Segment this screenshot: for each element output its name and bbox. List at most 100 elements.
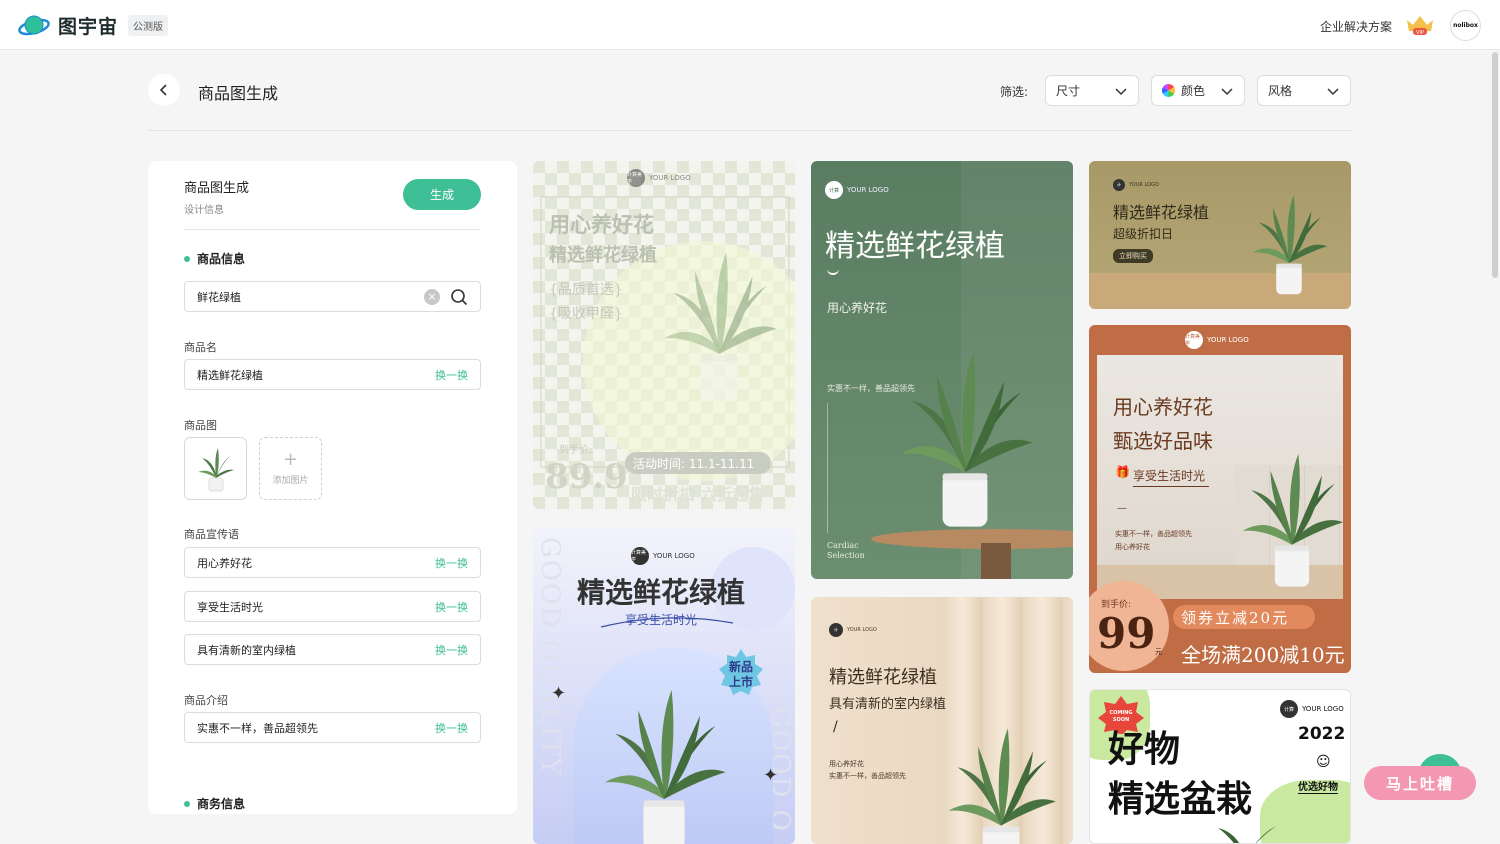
card-tag: {品质首选} xyxy=(549,282,623,298)
size-filter-label: 尺寸 xyxy=(1056,84,1081,98)
slogan-field[interactable]: 用心养好花 换一换 xyxy=(184,547,481,578)
swap-button[interactable]: 换一换 xyxy=(435,642,468,658)
section-dot xyxy=(184,255,190,262)
template-card[interactable]: 计 YOUR LOGO 精选鲜花绿植 具有清新的室内绿植 / 用心养好花 实惠不一… xyxy=(811,597,1073,844)
template-card[interactable]: 计算 YOUR LOGO 精选鲜花绿植 用心养好花 实惠不一样，善品超领先 Car… xyxy=(811,161,1073,579)
brand-logo: 计算美学 YOUR LOGO xyxy=(1185,331,1249,349)
gift-icon: 🎁 xyxy=(1115,465,1130,479)
app-name: 图宇宙 xyxy=(58,16,119,38)
card-title: 用心养好花 xyxy=(1113,395,1213,419)
price-value: 99 xyxy=(1097,609,1156,658)
product-info-section: 商品信息 xyxy=(184,250,245,267)
card-subtitle: 甄选好品味 xyxy=(1113,429,1213,453)
generate-button[interactable]: 生成 xyxy=(403,179,481,210)
plant-image xyxy=(1237,443,1347,593)
brand-logo: 计算 YOUR LOGO xyxy=(825,181,889,199)
price-label: 到手价: xyxy=(559,445,593,456)
price-unit: 元 xyxy=(1155,648,1162,656)
clear-icon[interactable]: × xyxy=(424,288,440,305)
slogan-field[interactable]: 具有清新的室内绿植 换一换 xyxy=(184,634,481,665)
app-logo[interactable]: 图宇宙 公测版 xyxy=(18,12,169,39)
card-tag: {吸收甲醛} xyxy=(549,306,623,322)
card-subtitle: 精选鲜花绿植 xyxy=(549,245,657,266)
plus-icon: + xyxy=(282,449,299,470)
enterprise-solutions-link[interactable]: 企业解决方案 xyxy=(1320,18,1392,35)
page-title: 商品图生成 xyxy=(198,84,279,103)
search-icon[interactable] xyxy=(450,288,468,306)
section-title: 商品信息 xyxy=(197,252,246,266)
plant-image xyxy=(197,447,234,491)
card-subtitle: 用心养好花 xyxy=(827,301,888,315)
card-title: 精选鲜花绿植 xyxy=(825,229,1005,264)
tag-text: 优选好物 xyxy=(1298,778,1338,794)
chevron-down-icon xyxy=(1115,87,1127,95)
intro-label: 商品介绍 xyxy=(184,694,228,707)
swoosh-decoration xyxy=(600,617,734,628)
header-divider xyxy=(148,130,1352,131)
intro-value: 实惠不一样，善品超领先 xyxy=(197,721,318,735)
planet-logo-icon xyxy=(18,15,50,35)
vip-label: VIP xyxy=(1416,30,1424,36)
product-name-label: 商品名 xyxy=(184,341,217,354)
svg-text:COMING: COMING xyxy=(1109,710,1132,716)
template-card[interactable]: COMING SOON 好物 精选盆栽 计算 YOUR LOGO 2022 ☺ 优… xyxy=(1089,689,1351,844)
plant-image xyxy=(1249,187,1329,299)
buy-now-button[interactable]: 立即购买 xyxy=(1113,249,1153,263)
slogan-field[interactable]: 享受生活时光 换一换 xyxy=(184,591,481,622)
card-desc: 用心养好花 xyxy=(829,760,864,768)
product-image-thumbnail[interactable] xyxy=(184,437,247,500)
slogan-value: 具有清新的室内绿植 xyxy=(197,643,296,657)
card-subtitle: 具有清新的室内绿植 xyxy=(829,697,947,712)
user-avatar[interactable]: nolibox xyxy=(1450,10,1481,41)
vertical-text: GOOD QUALITY xyxy=(535,537,565,777)
card-title: 精选鲜花绿植 xyxy=(577,576,746,609)
search-value: 鲜花绿植 xyxy=(197,290,241,304)
card-desc: 用心养好花 xyxy=(1115,543,1150,551)
card-title: 精选鲜花绿植 xyxy=(1113,203,1210,222)
back-button[interactable] xyxy=(148,74,180,106)
scrollbar[interactable] xyxy=(1492,52,1498,278)
card-desc: 实惠不一样，善品超领先 xyxy=(1115,530,1192,538)
product-image-label: 商品图 xyxy=(184,419,217,432)
section-title: 商务信息 xyxy=(197,797,246,811)
card-title: 好物 xyxy=(1108,729,1181,770)
vip-crown-icon[interactable]: VIP xyxy=(1404,13,1436,37)
product-search-input[interactable]: 鲜花绿植 × xyxy=(184,281,481,312)
swap-button[interactable]: 换一换 xyxy=(435,367,468,383)
add-image-button[interactable]: + 添加图片 xyxy=(259,437,322,500)
chevron-down-icon xyxy=(1327,87,1339,95)
card-footer: Selection xyxy=(827,551,865,560)
color-wheel-icon xyxy=(1162,84,1175,97)
swap-button[interactable]: 换一换 xyxy=(435,720,468,736)
card-title: 精选鲜花绿植 xyxy=(829,667,937,688)
template-card[interactable]: 计算美学 YOUR LOGO 用心养好花 精选鲜花绿植 {品质首选} {吸收甲醛}… xyxy=(533,161,795,509)
swap-button[interactable]: 换一换 xyxy=(435,555,468,571)
template-card[interactable]: GOOD QUALITY GOOD Q 计算美学 YOUR LOGO 精选鲜花绿植… xyxy=(533,527,795,844)
style-filter-select[interactable]: 风格 xyxy=(1257,75,1351,106)
template-card[interactable]: 计 YOUR LOGO 精选鲜花绿植 超级折扣日 立即购买 xyxy=(1089,161,1351,309)
color-filter-label: 颜色 xyxy=(1181,84,1206,98)
product-name-field[interactable]: 精选鲜花绿植 换一换 xyxy=(184,359,481,390)
gift-text: 享受生活时光 xyxy=(1133,467,1209,487)
beta-badge: 公测版 xyxy=(128,15,169,36)
price-value: 89.9 xyxy=(545,457,628,497)
plant-image xyxy=(659,239,779,409)
template-card[interactable]: 计算美学 YOUR LOGO 用心养好花 甄选好品味 🎁 享受生活时光 — 实惠不… xyxy=(1089,325,1351,673)
swap-button[interactable]: 换一换 xyxy=(435,599,468,615)
panel-title: 商品图生成 xyxy=(184,181,250,196)
size-filter-select[interactable]: 尺寸 xyxy=(1045,75,1139,106)
badge-text: 上市 xyxy=(729,675,754,689)
plant-image xyxy=(941,717,1061,844)
business-info-section: 商务信息 xyxy=(184,795,245,812)
brand-logo: 计算 YOUR LOGO xyxy=(1280,700,1344,718)
panel-subtitle: 设计信息 xyxy=(184,205,224,216)
slogan-value: 用心养好花 xyxy=(197,556,252,570)
card-subtitle: 精选盆栽 xyxy=(1108,779,1253,820)
intro-field[interactable]: 实惠不一样，善品超领先 换一换 xyxy=(184,712,481,743)
brand-logo: 计 YOUR LOGO xyxy=(829,623,877,637)
plant-image xyxy=(895,337,1035,537)
feedback-button[interactable]: 马上吐槽 xyxy=(1364,766,1476,800)
plant-image xyxy=(599,677,729,844)
color-filter-select[interactable]: 颜色 xyxy=(1151,75,1245,106)
filter-label: 筛选: xyxy=(1000,85,1029,99)
